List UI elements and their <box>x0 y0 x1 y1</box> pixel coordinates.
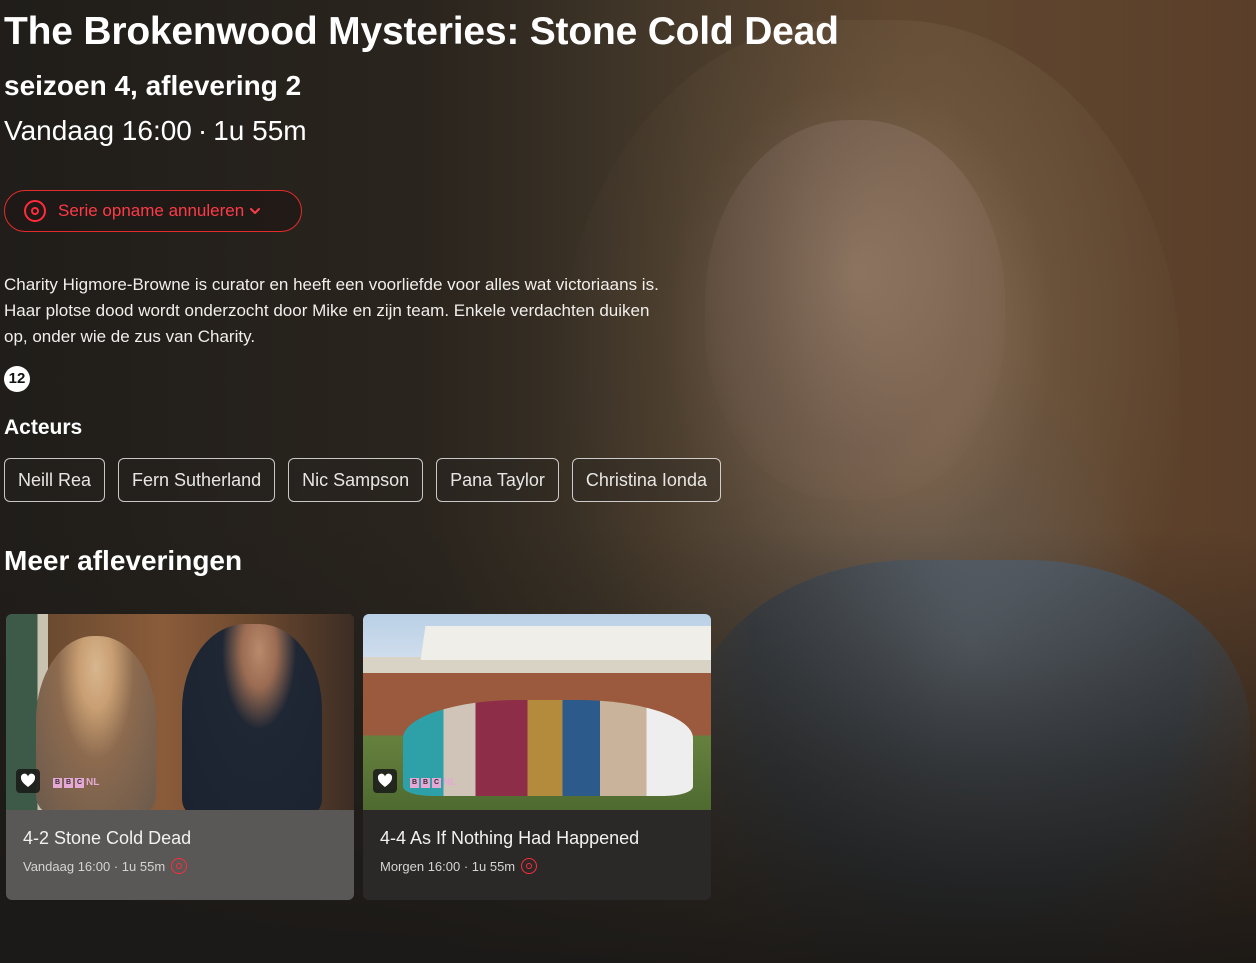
episode-meta: Morgen 16:00 · 1u 55m <box>380 858 516 874</box>
airtime: Vandaag 16:00 <box>4 115 192 146</box>
episode-meta: Vandaag 16:00 · 1u 55m <box>23 858 166 874</box>
episode-info: 4-2 Stone Cold Dead Vandaag 16:00 · 1u 5… <box>6 810 354 874</box>
channel-logo: BBC NL <box>410 777 456 788</box>
channel-logo-block: C <box>432 777 441 788</box>
duration: 1u 55m <box>213 115 307 146</box>
program-title: The Brokenwood Mysteries: Stone Cold Dea… <box>4 10 839 53</box>
cast-chip[interactable]: Nic Sampson <box>288 458 424 502</box>
airtime-line: Vandaag 16:00 · 1u 55m <box>4 115 307 147</box>
record-icon <box>171 858 188 874</box>
cancel-series-recording-label: Serie opname annuleren <box>58 201 245 220</box>
episode-subtitle: seizoen 4, aflevering 2 <box>4 70 302 101</box>
episode-card[interactable]: BBC NL 4-2 Stone Cold Dead Vandaag 16:00… <box>6 614 354 900</box>
age-rating-badge: 12 <box>4 366 30 392</box>
episode-description: Charity Higmore-Browne is curator en hee… <box>4 275 659 346</box>
episode-title: 4-2 Stone Cold Dead <box>23 828 192 848</box>
cast-chip[interactable]: Fern Sutherland <box>118 458 276 502</box>
channel-logo-suffix: NL <box>86 777 100 788</box>
heart-icon <box>377 773 393 787</box>
record-icon <box>521 858 538 874</box>
cancel-series-recording-button[interactable]: Serie opname annuleren <box>4 190 302 232</box>
channel-logo-block: C <box>75 777 84 788</box>
cast-chip[interactable]: Pana Taylor <box>436 458 559 502</box>
episode-list: BBC NL 4-2 Stone Cold Dead Vandaag 16:00… <box>6 614 711 900</box>
episode-thumbnail: BBC NL <box>363 614 711 810</box>
chevron-down-icon <box>250 208 261 214</box>
favorite-button[interactable] <box>16 769 40 793</box>
episode-meta-row: Vandaag 16:00 · 1u 55m <box>23 858 337 874</box>
cast-heading: Acteurs <box>4 416 83 439</box>
favorite-button[interactable] <box>373 769 397 793</box>
episode-info: 4-4 As If Nothing Had Happened Morgen 16… <box>363 810 711 874</box>
episode-thumbnail: BBC NL <box>6 614 354 810</box>
cast-chip[interactable]: Neill Rea <box>4 458 106 502</box>
episode-card[interactable]: BBC NL 4-4 As If Nothing Had Happened Mo… <box>363 614 711 900</box>
channel-logo-block: B <box>410 777 419 788</box>
airtime-separator: · <box>197 115 208 146</box>
cast-chip[interactable]: Christina Ionda <box>571 458 721 502</box>
channel-logo-block: B <box>53 777 62 788</box>
heart-icon <box>20 773 36 787</box>
channel-logo-block: B <box>64 777 73 788</box>
channel-logo-suffix: NL <box>443 777 457 788</box>
thumbnail-figure <box>182 624 322 810</box>
thumbnail-roof <box>420 626 711 660</box>
episode-meta-row: Morgen 16:00 · 1u 55m <box>380 858 694 874</box>
channel-logo: BBC NL <box>53 777 99 788</box>
episode-title: 4-4 As If Nothing Had Happened <box>380 828 640 848</box>
record-icon <box>24 200 46 222</box>
more-episodes-heading: Meer afleveringen <box>4 545 243 576</box>
cast-list: Neill Rea Fern Sutherland Nic Sampson Pa… <box>4 458 721 502</box>
channel-logo-block: B <box>421 777 430 788</box>
